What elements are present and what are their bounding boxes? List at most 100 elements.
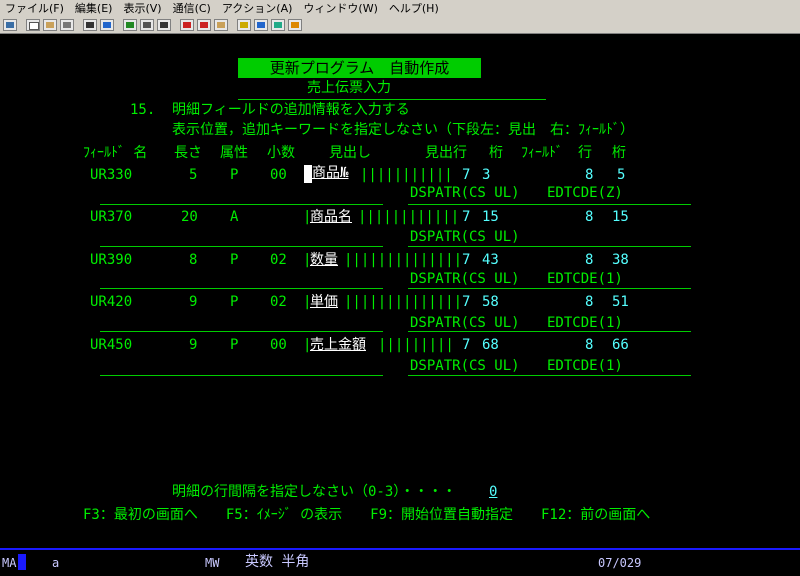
- heading-col-input[interactable]: 58: [482, 294, 499, 310]
- menu-action[interactable]: アクション(A): [217, 0, 299, 16]
- row-attr: P: [230, 167, 239, 183]
- heading-keyword-line: [100, 288, 383, 289]
- menu-view[interactable]: 表示(V): [118, 0, 167, 16]
- menu-window[interactable]: ウィンドウ(W): [298, 0, 383, 16]
- function-keys: F3：最初の画面へ F5：ｲﾒｰｼﾞ の表示 F9：開始位置自動指定 F12：前…: [83, 507, 651, 523]
- paste-icon[interactable]: [43, 18, 57, 31]
- play-icon[interactable]: [123, 18, 137, 31]
- stop-icon[interactable]: [157, 18, 171, 31]
- row-field: UR450: [90, 337, 133, 353]
- heading-col-input[interactable]: 43: [482, 252, 499, 268]
- menu-help[interactable]: ヘルプ(H): [384, 0, 445, 16]
- status-ime: 英数 半角: [245, 554, 310, 570]
- header-field: ﾌｨｰﾙﾄﾞ: [521, 145, 563, 161]
- settings-icon[interactable]: [237, 18, 251, 31]
- text-cursor: [304, 165, 312, 183]
- heading-row-input[interactable]: 7: [462, 252, 470, 268]
- print-icon[interactable]: [60, 18, 74, 31]
- page-title: 更新プログラム 自動作成: [238, 58, 481, 78]
- dspatr-keyword: DSPATR(CS UL): [410, 315, 520, 331]
- field-row-input[interactable]: 8: [585, 337, 593, 353]
- field-keyword-line: [408, 288, 691, 289]
- row-length: 20: [181, 209, 198, 225]
- heading-row-input[interactable]: 7: [462, 209, 470, 225]
- send-icon[interactable]: [214, 18, 228, 31]
- subtitle: 売上伝票入力: [307, 80, 391, 96]
- field-filler: ||||||||||||||: [344, 252, 463, 268]
- macro-icon[interactable]: [100, 18, 114, 31]
- field-col-input[interactable]: 38: [612, 252, 629, 268]
- row-decimal: 00: [270, 167, 287, 183]
- field-filler: ||||||||||||||: [344, 294, 463, 310]
- receive-icon[interactable]: [197, 18, 211, 31]
- field-row-input[interactable]: 8: [585, 167, 593, 183]
- dspatr-keyword: DSPATR(CS UL): [410, 229, 520, 245]
- menu-communication[interactable]: 通信(C): [168, 0, 217, 16]
- heading-keyword-line: [100, 375, 383, 376]
- row-length: 5: [189, 167, 198, 183]
- field-row-input[interactable]: 8: [585, 209, 593, 225]
- row-attr: A: [230, 209, 239, 225]
- header-heading-row: 見出行: [425, 145, 467, 161]
- dspatr-keyword: DSPATR(CS UL): [410, 358, 520, 374]
- heading-col-input[interactable]: 68: [482, 337, 499, 353]
- dspatr-keyword: DSPATR(CS UL): [410, 185, 520, 201]
- field-keyword-line: [408, 331, 691, 332]
- status-bar: MA a MW 英数 半角 07/029: [0, 548, 800, 576]
- heading-input[interactable]: 売上金額: [310, 337, 366, 353]
- heading-input[interactable]: 商品名: [310, 209, 352, 225]
- dspatr-keyword: DSPATR(CS UL): [410, 271, 520, 287]
- status-mode: MA: [2, 556, 17, 570]
- record-icon[interactable]: [140, 18, 154, 31]
- field-col-input[interactable]: 66: [612, 337, 629, 353]
- heading-col-input[interactable]: 3: [482, 167, 490, 183]
- field-col-input[interactable]: 5: [617, 167, 625, 183]
- menu-file[interactable]: ファイル(F): [0, 0, 70, 16]
- row-length: 9: [189, 337, 198, 353]
- field-keyword-line: [408, 375, 691, 376]
- heading-keyword-line: [100, 204, 383, 205]
- field-row-input[interactable]: 8: [585, 294, 593, 310]
- field-row-input[interactable]: 8: [585, 252, 593, 268]
- heading-row-input[interactable]: 7: [462, 167, 470, 183]
- spacing-input[interactable]: 0: [489, 484, 497, 500]
- spacing-prompt: 明細の行間隔を指定しなさい（0-3）・・・・: [172, 484, 457, 500]
- row-decimal: 02: [270, 294, 287, 310]
- transfer-icon[interactable]: [180, 18, 194, 31]
- keyboard-icon[interactable]: [83, 18, 97, 31]
- menu-edit[interactable]: 編集(E): [70, 0, 119, 16]
- row-decimal: 02: [270, 252, 287, 268]
- globe-icon[interactable]: [271, 18, 285, 31]
- field-filler: |||||||||||: [360, 167, 453, 183]
- row-field: UR370: [90, 209, 133, 225]
- heading-keyword-line: [100, 331, 383, 332]
- heading-input[interactable]: 商品№: [312, 165, 348, 181]
- row-attr: P: [230, 337, 239, 353]
- copy-icon[interactable]: [26, 18, 40, 31]
- row-field: UR330: [90, 167, 133, 183]
- header-attr: 属性: [220, 145, 248, 161]
- heading-row-input[interactable]: 7: [462, 294, 470, 310]
- field-keyword-line: [408, 204, 691, 205]
- session-icon[interactable]: [3, 18, 17, 31]
- help-icon[interactable]: [254, 18, 268, 31]
- row-decimal: 00: [270, 337, 287, 353]
- edtcde-keyword: EDTCDE(Z): [547, 185, 623, 201]
- heading-input[interactable]: 単価: [310, 294, 338, 310]
- header-decimal: 小数: [267, 145, 295, 161]
- row-attr: P: [230, 294, 239, 310]
- heading-col-input[interactable]: 15: [482, 209, 499, 225]
- heading-input[interactable]: 数量: [310, 252, 338, 268]
- field-col-input[interactable]: 51: [612, 294, 629, 310]
- status-mw: MW: [205, 556, 220, 570]
- row-length: 8: [189, 252, 198, 268]
- heading-row-input[interactable]: 7: [462, 337, 470, 353]
- edtcde-keyword: EDTCDE(1): [547, 315, 623, 331]
- subtitle-underline: [238, 99, 546, 100]
- header-row: 行: [578, 145, 592, 161]
- pencil-icon[interactable]: [288, 18, 302, 31]
- row-attr: P: [230, 252, 239, 268]
- field-col-input[interactable]: 15: [612, 209, 629, 225]
- header-field-name: ﾌｨｰﾙﾄﾞ 名: [83, 145, 148, 161]
- edtcde-keyword: EDTCDE(1): [547, 358, 623, 374]
